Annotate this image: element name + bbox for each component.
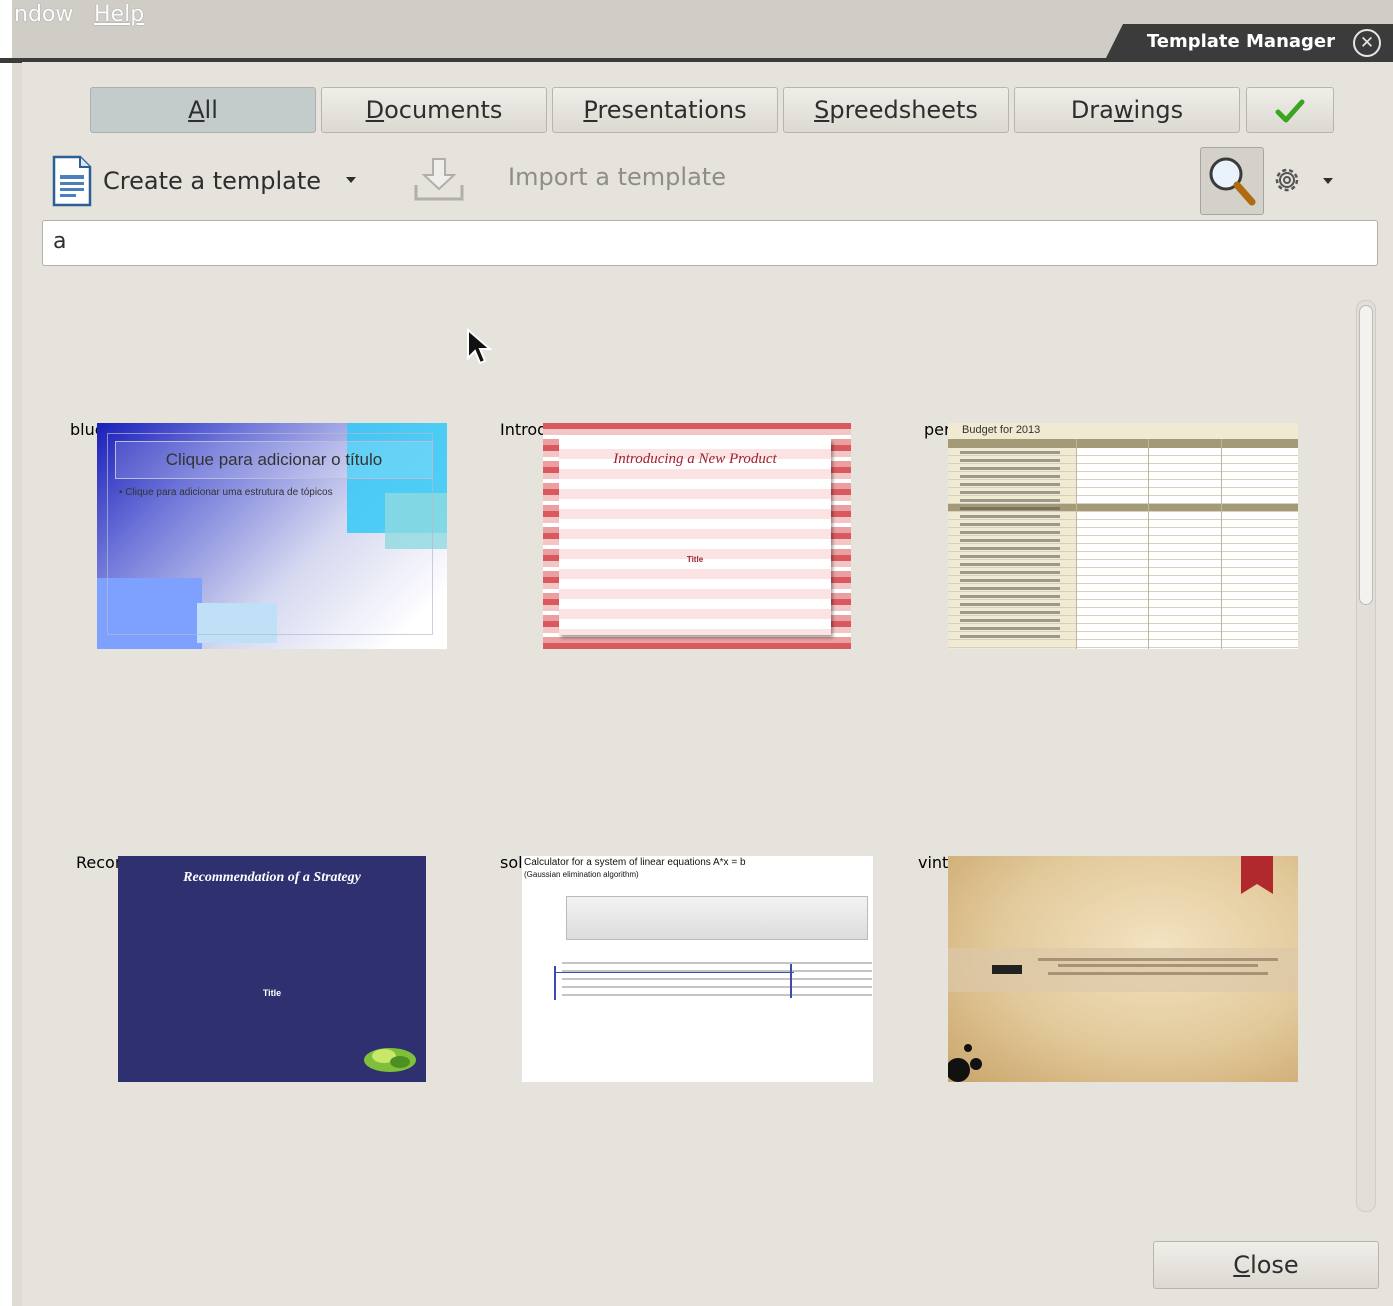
matrix-values <box>562 962 872 998</box>
template-item-introducing-new-product[interactable]: Introducing a New Product Title Introduc… <box>500 420 920 720</box>
template-thumbnail: Budget for 2013 <box>948 423 1298 649</box>
template-thumbnail: Calculator for a system of linear equati… <box>522 856 873 1082</box>
thumbnail-subtitle: Title <box>262 988 282 998</box>
template-item-vintage[interactable]: vintage <box>918 853 1338 1153</box>
apply-button[interactable] <box>1246 87 1334 133</box>
template-item-sole-calculator[interactable]: Calculator for a system of linear equati… <box>500 853 920 1153</box>
settings-menu-button[interactable] <box>1268 160 1340 200</box>
bookmark-ribbon-icon <box>1241 856 1273 894</box>
template-item-blue-rectangles[interactable]: Clique para adicionar o título • Clique … <box>70 420 490 720</box>
vertical-scrollbar[interactable] <box>1356 300 1376 1212</box>
template-thumbnail: Introducing a New Product Title <box>543 423 851 649</box>
dropdown-arrow-icon <box>346 177 356 183</box>
import-icon <box>414 158 464 201</box>
thumbnail-title: Introducing a New Product <box>613 451 777 467</box>
checkmark-icon <box>1275 99 1305 123</box>
thumbnail-subtitle: (Gaussian elimination algorithm) <box>524 870 639 879</box>
template-item-recommendation-strategy[interactable]: Recommendation of a Strategy Title Recom… <box>76 853 496 1153</box>
template-thumbnail: Clique para adicionar o título • Clique … <box>97 423 447 649</box>
tab-documents[interactable]: Documents <box>321 87 547 133</box>
scrollbar-thumb[interactable] <box>1359 305 1373 605</box>
thumbnail-subtitle: Title <box>686 555 704 564</box>
budget-col-line <box>1076 439 1077 649</box>
tab-drawings[interactable]: Drawings <box>1014 87 1240 133</box>
tab-presentations[interactable]: Presentations <box>552 87 778 133</box>
budget-col-line <box>1148 439 1149 649</box>
plant-decoration-icon <box>364 1048 416 1072</box>
search-toggle-button[interactable] <box>1200 147 1264 215</box>
template-thumbnail <box>948 856 1298 1082</box>
import-template-button[interactable]: Import a template <box>412 155 742 205</box>
create-template-button[interactable]: Create a template <box>48 155 368 209</box>
mouse-cursor-icon <box>467 328 493 365</box>
gear-icon <box>1275 168 1299 192</box>
settings-dropdown-arrow-icon <box>1323 178 1333 184</box>
vintage-text-line <box>1058 964 1258 967</box>
search-input-value: a <box>53 229 67 254</box>
document-template-icon <box>52 155 92 207</box>
close-button[interactable]: Close <box>1153 1241 1379 1289</box>
vintage-text-line <box>1038 958 1278 961</box>
thumbnail-title: Calculator for a system of linear equati… <box>524 857 746 868</box>
vintage-label-tag <box>992 965 1022 974</box>
window-close-icon[interactable]: ✕ <box>1353 29 1381 57</box>
budget-header-row-1 <box>948 439 1298 448</box>
thumbnail-title: Budget for 2013 <box>962 424 1041 436</box>
search-input[interactable]: a <box>42 220 1378 266</box>
budget-row-labels <box>960 451 1060 641</box>
ink-blots-icon <box>948 1044 982 1082</box>
slide-panel: Introducing a New Product Title <box>559 439 831 635</box>
vintage-text-line <box>1048 972 1268 975</box>
budget-col-line <box>1221 439 1222 649</box>
template-thumbnail: Recommendation of a Strategy Title <box>118 856 426 1082</box>
dialog-title: Template Manager <box>1146 31 1335 52</box>
search-icon <box>1209 157 1256 206</box>
create-template-label: Create a template <box>103 167 322 195</box>
thumbnail-title: Recommendation of a Strategy <box>183 870 361 885</box>
tab-all[interactable]: All <box>90 87 316 133</box>
template-item-personal-budget[interactable]: Budget for 2013 personal-budget <box>924 420 1344 720</box>
import-template-label: Import a template <box>508 163 726 191</box>
thumbnail-frame <box>107 433 433 635</box>
calc-controls <box>566 896 868 940</box>
tab-spreadsheets[interactable]: Spreedsheets <box>783 87 1009 133</box>
